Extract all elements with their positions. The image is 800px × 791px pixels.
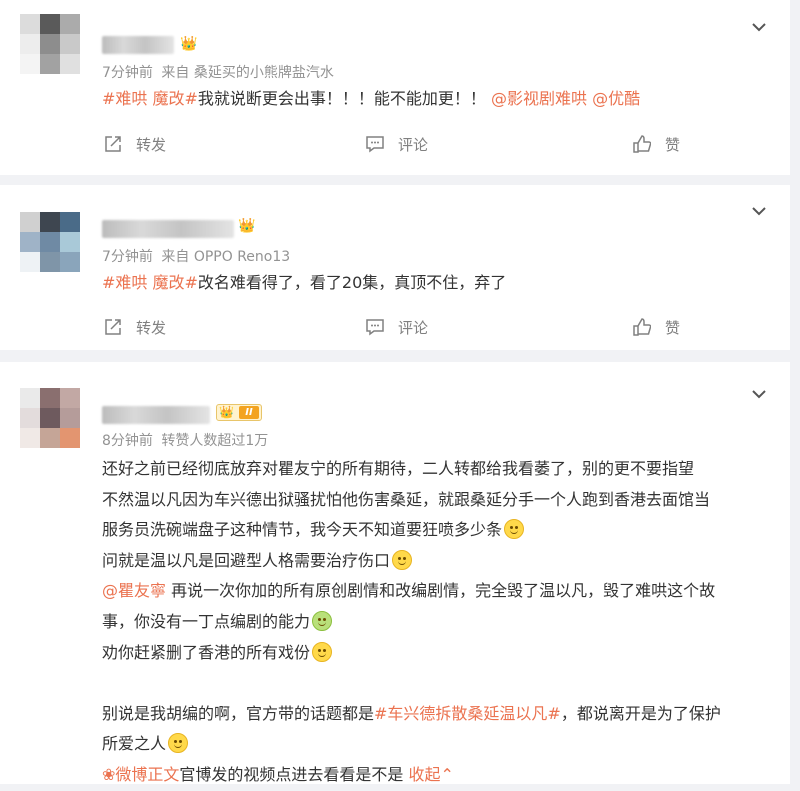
collapse-button[interactable]: 收起⌃	[409, 765, 454, 784]
vip-crown-icon: 👑	[180, 36, 198, 52]
crown-icon: 👑	[219, 405, 234, 419]
chevron-up-icon: ⌃	[440, 764, 454, 784]
comment-icon	[366, 319, 384, 336]
comment-card-2: 👑 7分钟前 来自 OPPO Reno13 #难哄 魔改#改名难看得了，看了20…	[0, 185, 790, 350]
source: 来自 OPPO Reno13	[161, 249, 291, 265]
repost-stat: 转赞人数超过1万	[161, 433, 269, 449]
mention-link[interactable]: @瞿友寧	[102, 581, 166, 600]
topic-tag[interactable]: #难哄 魔改#	[102, 89, 198, 108]
smile-emoji-icon	[168, 733, 189, 754]
comment-meta: 7分钟前 来自 OPPO Reno13	[102, 246, 294, 266]
vip-level-badge: 👑 II	[216, 404, 262, 421]
smile-emoji-icon	[504, 519, 525, 540]
comment-text: #难哄 魔改#我就说断更会出事！！！能不能加更！！ @影视剧难哄 @优酷	[102, 89, 641, 108]
smile-emoji-icon	[392, 549, 413, 570]
username[interactable]	[102, 36, 174, 54]
username[interactable]	[102, 406, 210, 424]
weibo-post-link[interactable]: 微博正文	[115, 765, 179, 784]
comment-meta: 8分钟前 转赞人数超过1万	[102, 430, 272, 450]
timestamp: 7分钟前	[102, 249, 153, 265]
thumbs-up-icon	[633, 135, 651, 153]
chevron-down-icon[interactable]	[750, 18, 768, 36]
topic-tag[interactable]: #难哄 魔改#	[102, 273, 198, 292]
link-icon: ❀	[102, 764, 116, 784]
chevron-down-icon[interactable]	[750, 385, 768, 403]
comment-card-1: 👑 7分钟前 来自 桑延买的小熊牌盐汽水 #难哄 魔改#我就说断更会出事！！！能…	[0, 0, 790, 175]
repost-icon	[105, 136, 121, 152]
chevron-down-icon[interactable]	[750, 202, 768, 220]
mention-link[interactable]: @影视剧难哄	[491, 89, 587, 108]
avatar[interactable]	[20, 14, 80, 74]
comment-button[interactable]: 评论	[366, 129, 428, 159]
comment-button[interactable]: 评论	[366, 312, 428, 342]
like-button[interactable]: 赞	[633, 129, 680, 159]
topic-tag[interactable]: #车兴德拆散桑延温以凡#	[374, 704, 561, 723]
repost-button[interactable]: 转发	[104, 312, 166, 342]
vip-crown-icon: 👑	[238, 218, 256, 234]
smile-emoji-icon	[312, 641, 333, 662]
avatar[interactable]	[20, 212, 80, 272]
comment-body: 还好之前已经彻底放弃对瞿友宁的所有期待，二人转都给我看萎了，别的更不要指望 不然…	[102, 459, 721, 784]
like-button[interactable]: 赞	[633, 312, 680, 342]
thumbs-up-icon	[633, 318, 651, 336]
avatar[interactable]	[20, 388, 80, 448]
repost-button[interactable]: 转发	[104, 129, 166, 159]
vomit-emoji-icon	[312, 610, 333, 631]
username[interactable]	[102, 220, 234, 238]
source: 来自 桑延买的小熊牌盐汽水	[161, 65, 334, 81]
timestamp: 8分钟前	[102, 433, 153, 449]
mention-link[interactable]: @优酷	[592, 89, 640, 108]
repost-icon	[105, 319, 121, 335]
comment-text: #难哄 魔改#改名难看得了，看了20集，真顶不住，弃了	[102, 273, 507, 292]
timestamp: 7分钟前	[102, 65, 153, 81]
action-bar: 转发 评论 赞	[0, 129, 790, 159]
comment-meta: 7分钟前 来自 桑延买的小熊牌盐汽水	[102, 62, 338, 82]
comment-icon	[366, 136, 384, 153]
action-bar: 转发 评论 赞	[0, 312, 790, 342]
